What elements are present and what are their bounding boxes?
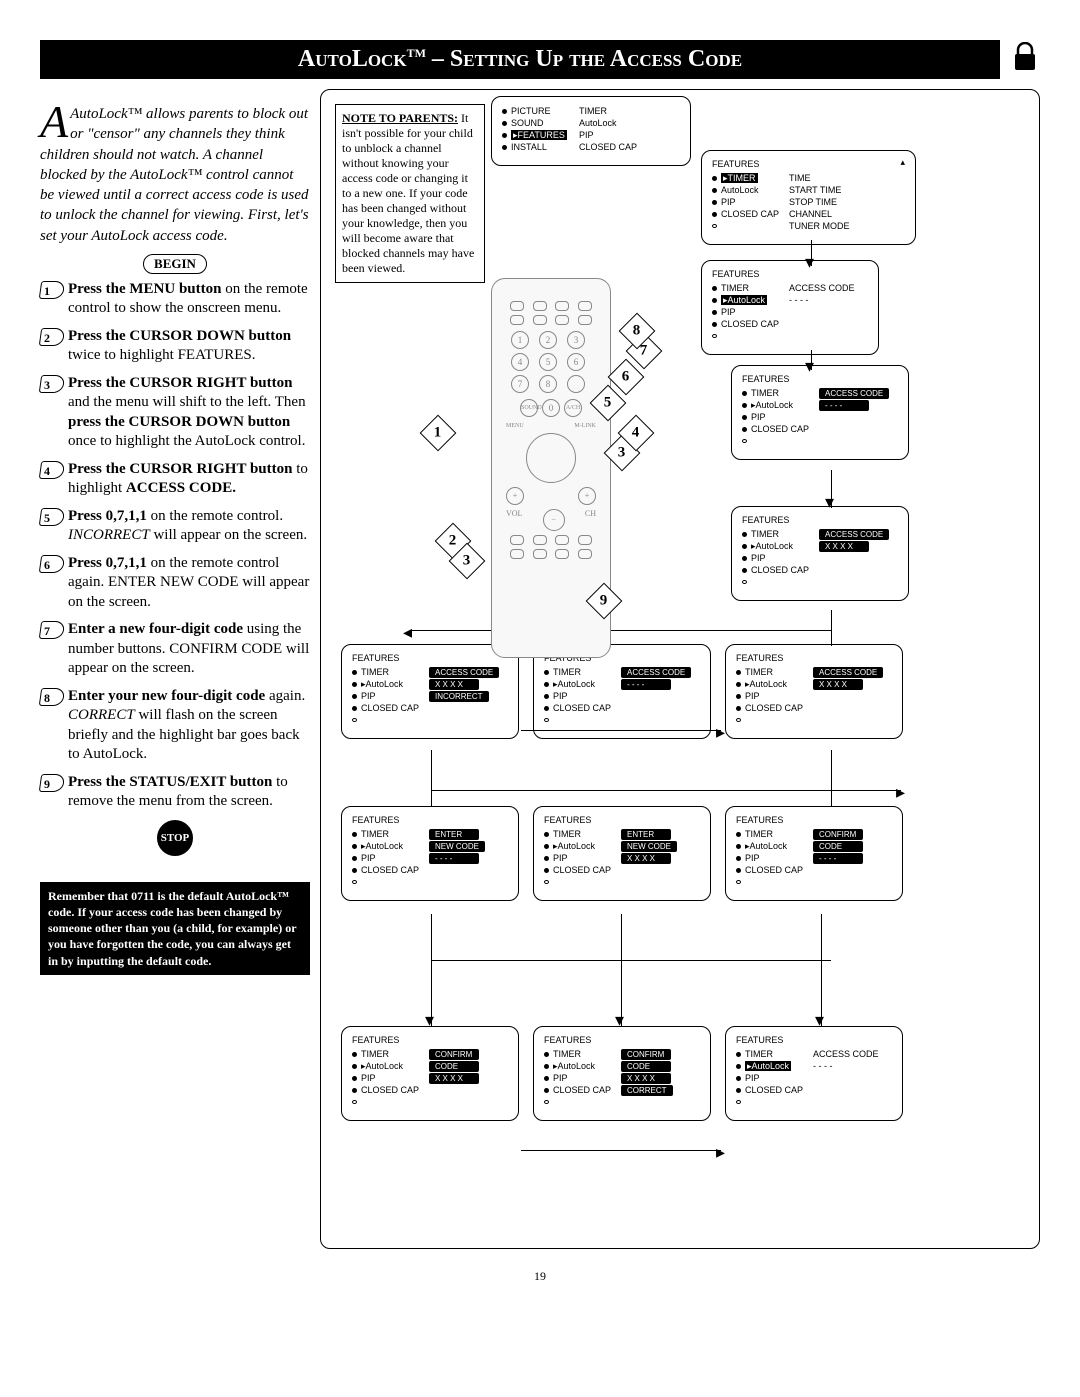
onscreen-menu: FEATURESTIMERCONFIRM▸AutoLockCODEPIP- - …: [725, 806, 903, 901]
onscreen-menu: FEATURESTIMERACCESS CODE▸AutoLockX X X X…: [341, 644, 519, 739]
step-number-icon: 2: [40, 329, 62, 345]
onscreen-menu: FEATURESTIMERACCESS CODE▸AutoLock- - - -…: [533, 644, 711, 739]
onscreen-menu: FEATURESTIMERENTER▸AutoLockNEW CODEPIPX …: [533, 806, 711, 901]
stop-badge: STOP: [157, 820, 193, 856]
step-number-icon: 1: [40, 282, 62, 298]
note-to-parents: NOTE TO PARENTS: It isn't possible for y…: [335, 104, 485, 283]
onscreen-menu-access-code-xxxx: FEATURESTIMERACCESS CODE▸AutoLockX X X X…: [731, 506, 909, 601]
instructions-column: AAutoLock™ allows parents to block out o…: [40, 89, 310, 1249]
step-1: 1Press the MENU button on the remote con…: [40, 280, 310, 319]
onscreen-menu-main: PICTURETIMERSOUNDAutoLock▸FEATURESPIPINS…: [491, 96, 691, 166]
step-number-icon: 5: [40, 509, 62, 525]
onscreen-menu: FEATURESTIMERCONFIRM▸AutoLockCODEPIPX X …: [533, 1026, 711, 1121]
page-title: AutoLockTM – Setting Up the Access Code: [40, 40, 1000, 79]
onscreen-menu: FEATURESTIMERCONFIRM▸AutoLockCODEPIPX X …: [341, 1026, 519, 1121]
step-4: 4Press the CURSOR RIGHT button to highli…: [40, 460, 310, 499]
callout-1: 1: [420, 415, 457, 452]
step-number-icon: 8: [40, 689, 62, 705]
step-number-icon: 7: [40, 622, 62, 638]
onscreen-menu-features-timer: FEATURES▴▸TIMERTIMEAutoLockSTART TIMEPIP…: [701, 150, 916, 245]
step-5: 5Press 0,7,1,1 on the remote control. IN…: [40, 507, 310, 546]
step-8: 8Enter your new four-digit code again. C…: [40, 687, 310, 765]
onscreen-menu-features-autolock: FEATURESTIMERACCESS CODE▸AutoLock- - - -…: [701, 260, 879, 355]
onscreen-menu-access-code-blank: FEATURESTIMERACCESS CODE▸AutoLock- - - -…: [731, 365, 909, 460]
onscreen-menu: FEATURESTIMERENTER▸AutoLockNEW CODEPIP- …: [341, 806, 519, 901]
onscreen-menu: FEATURESTIMERACCESS CODE▸AutoLockX X X X…: [725, 644, 903, 739]
intro-text: AAutoLock™ allows parents to block out o…: [40, 104, 310, 246]
step-3: 3Press the CURSOR RIGHT button and the m…: [40, 374, 310, 452]
step-number-icon: 9: [40, 775, 62, 791]
step-number-icon: 4: [40, 462, 62, 478]
begin-badge: BEGIN: [143, 254, 207, 274]
reminder-box: Remember that 0711 is the default AutoLo…: [40, 882, 310, 975]
step-7: 7Enter a new four-digit code using the n…: [40, 620, 310, 679]
step-6: 6Press 0,7,1,1 on the remote control aga…: [40, 554, 310, 613]
step-number-icon: 3: [40, 376, 62, 392]
onscreen-menu: FEATURESTIMERACCESS CODE▸AutoLock- - - -…: [725, 1026, 903, 1121]
lock-icon: [1010, 42, 1040, 77]
step-9: 9Press the STATUS/EXIT button to remove …: [40, 773, 310, 812]
step-2: 2Press the CURSOR DOWN button twice to h…: [40, 327, 310, 366]
diagram-frame: NOTE TO PARENTS: It isn't possible for y…: [320, 89, 1040, 1249]
page-number: 19: [40, 1269, 1040, 1284]
step-number-icon: 6: [40, 556, 62, 572]
